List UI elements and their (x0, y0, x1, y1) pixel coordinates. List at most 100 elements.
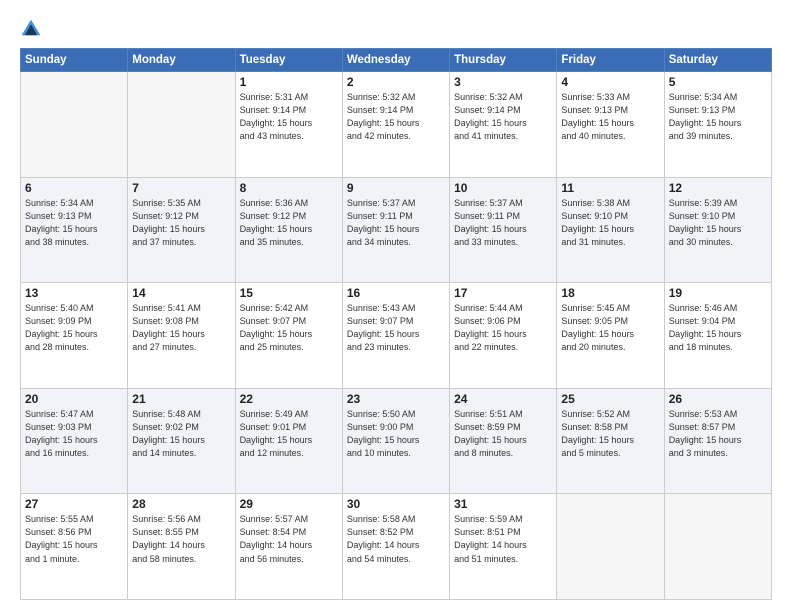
day-number: 2 (347, 75, 445, 89)
calendar-day-26: 26 Sunrise: 5:53 AMSunset: 8:57 PMDayligh… (664, 388, 771, 494)
day-info: Sunrise: 5:59 AMSunset: 8:51 PMDaylight:… (454, 513, 552, 565)
day-info: Sunrise: 5:48 AMSunset: 9:02 PMDaylight:… (132, 408, 230, 460)
calendar-day-6: 6 Sunrise: 5:34 AMSunset: 9:13 PMDaylight… (21, 177, 128, 283)
calendar-day-15: 15 Sunrise: 5:42 AMSunset: 9:07 PMDayligh… (235, 283, 342, 389)
calendar-day-10: 10Sunrise: 5:37 AMSunset: 9:11 PMDayligh… (450, 177, 557, 283)
day-info: Sunrise: 5:41 AMSunset: 9:08 PMDaylight:… (132, 302, 230, 354)
day-info: Sunrise: 5:32 AMSunset: 9:14 PMDaylight:… (454, 91, 552, 143)
day-info: Sunrise: 5:46 AMSunset: 9:04 PMDaylight:… (669, 302, 767, 354)
day-number: 24 (454, 392, 552, 406)
day-number: 12 (669, 181, 767, 195)
day-info: Sunrise: 5:55 AMSunset: 8:56 PMDaylight:… (25, 513, 123, 565)
day-number: 8 (240, 181, 338, 195)
calendar-day-empty (128, 72, 235, 178)
day-info: Sunrise: 5:37 AMSunset: 9:11 PMDaylight:… (347, 197, 445, 249)
day-number: 11 (561, 181, 659, 195)
calendar-week-row: 1 Sunrise: 5:31 AMSunset: 9:14 PMDaylight… (21, 72, 772, 178)
calendar-day-16: 16 Sunrise: 5:43 AMSunset: 9:07 PMDayligh… (342, 283, 449, 389)
day-info: Sunrise: 5:43 AMSunset: 9:07 PMDaylight:… (347, 302, 445, 354)
calendar-day-8: 8 Sunrise: 5:36 AMSunset: 9:12 PMDaylight… (235, 177, 342, 283)
calendar-day-4: 4Sunrise: 5:33 AMSunset: 9:13 PMDaylight… (557, 72, 664, 178)
day-info: Sunrise: 5:38 AMSunset: 9:10 PMDaylight:… (561, 197, 659, 249)
weekday-header-friday: Friday (557, 49, 664, 72)
page: SundayMondayTuesdayWednesdayThursdayFrid… (0, 0, 792, 612)
calendar-header-row: SundayMondayTuesdayWednesdayThursdayFrid… (21, 49, 772, 72)
day-info: Sunrise: 5:57 AMSunset: 8:54 PMDaylight:… (240, 513, 338, 565)
day-number: 4 (561, 75, 659, 89)
calendar-day-5: 5 Sunrise: 5:34 AMSunset: 9:13 PMDaylight… (664, 72, 771, 178)
calendar-day-17: 17Sunrise: 5:44 AMSunset: 9:06 PMDayligh… (450, 283, 557, 389)
calendar-day-empty (557, 494, 664, 600)
calendar-day-14: 14 Sunrise: 5:41 AMSunset: 9:08 PMDayligh… (128, 283, 235, 389)
day-info: Sunrise: 5:42 AMSunset: 9:07 PMDaylight:… (240, 302, 338, 354)
day-info: Sunrise: 5:52 AMSunset: 8:58 PMDaylight:… (561, 408, 659, 460)
calendar-day-30: 30Sunrise: 5:58 AMSunset: 8:52 PMDayligh… (342, 494, 449, 600)
day-info: Sunrise: 5:47 AMSunset: 9:03 PMDaylight:… (25, 408, 123, 460)
calendar-day-24: 24 Sunrise: 5:51 AMSunset: 8:59 PMDayligh… (450, 388, 557, 494)
day-info: Sunrise: 5:45 AMSunset: 9:05 PMDaylight:… (561, 302, 659, 354)
day-info: Sunrise: 5:50 AMSunset: 9:00 PMDaylight:… (347, 408, 445, 460)
calendar-day-11: 11 Sunrise: 5:38 AMSunset: 9:10 PMDayligh… (557, 177, 664, 283)
day-info: Sunrise: 5:34 AMSunset: 9:13 PMDaylight:… (25, 197, 123, 249)
day-number: 28 (132, 497, 230, 511)
calendar-week-row: 27 Sunrise: 5:55 AMSunset: 8:56 PMDayligh… (21, 494, 772, 600)
weekday-header-sunday: Sunday (21, 49, 128, 72)
calendar-day-empty (664, 494, 771, 600)
day-info: Sunrise: 5:36 AMSunset: 9:12 PMDaylight:… (240, 197, 338, 249)
weekday-header-tuesday: Tuesday (235, 49, 342, 72)
day-info: Sunrise: 5:44 AMSunset: 9:06 PMDaylight:… (454, 302, 552, 354)
day-number: 30 (347, 497, 445, 511)
day-number: 7 (132, 181, 230, 195)
day-number: 1 (240, 75, 338, 89)
day-number: 16 (347, 286, 445, 300)
day-number: 20 (25, 392, 123, 406)
calendar-day-2: 2 Sunrise: 5:32 AMSunset: 9:14 PMDaylight… (342, 72, 449, 178)
calendar-day-18: 18 Sunrise: 5:45 AMSunset: 9:05 PMDayligh… (557, 283, 664, 389)
day-number: 15 (240, 286, 338, 300)
day-number: 29 (240, 497, 338, 511)
calendar-day-13: 13Sunrise: 5:40 AMSunset: 9:09 PMDayligh… (21, 283, 128, 389)
day-number: 6 (25, 181, 123, 195)
day-number: 5 (669, 75, 767, 89)
day-number: 31 (454, 497, 552, 511)
logo (20, 18, 46, 40)
day-number: 19 (669, 286, 767, 300)
day-number: 26 (669, 392, 767, 406)
calendar-week-row: 13Sunrise: 5:40 AMSunset: 9:09 PMDayligh… (21, 283, 772, 389)
calendar-day-7: 7 Sunrise: 5:35 AMSunset: 9:12 PMDaylight… (128, 177, 235, 283)
day-info: Sunrise: 5:51 AMSunset: 8:59 PMDaylight:… (454, 408, 552, 460)
calendar-day-1: 1 Sunrise: 5:31 AMSunset: 9:14 PMDaylight… (235, 72, 342, 178)
calendar-day-23: 23 Sunrise: 5:50 AMSunset: 9:00 PMDayligh… (342, 388, 449, 494)
calendar-day-3: 3 Sunrise: 5:32 AMSunset: 9:14 PMDaylight… (450, 72, 557, 178)
calendar-day-29: 29 Sunrise: 5:57 AMSunset: 8:54 PMDayligh… (235, 494, 342, 600)
day-number: 18 (561, 286, 659, 300)
calendar-table: SundayMondayTuesdayWednesdayThursdayFrid… (20, 48, 772, 600)
header (20, 18, 772, 40)
calendar-day-empty (21, 72, 128, 178)
day-info: Sunrise: 5:35 AMSunset: 9:12 PMDaylight:… (132, 197, 230, 249)
day-info: Sunrise: 5:39 AMSunset: 9:10 PMDaylight:… (669, 197, 767, 249)
day-number: 3 (454, 75, 552, 89)
day-number: 13 (25, 286, 123, 300)
weekday-header-saturday: Saturday (664, 49, 771, 72)
day-number: 27 (25, 497, 123, 511)
day-info: Sunrise: 5:31 AMSunset: 9:14 PMDaylight:… (240, 91, 338, 143)
calendar-week-row: 20 Sunrise: 5:47 AMSunset: 9:03 PMDayligh… (21, 388, 772, 494)
day-number: 25 (561, 392, 659, 406)
logo-icon (20, 18, 42, 40)
day-info: Sunrise: 5:34 AMSunset: 9:13 PMDaylight:… (669, 91, 767, 143)
day-number: 14 (132, 286, 230, 300)
day-info: Sunrise: 5:53 AMSunset: 8:57 PMDaylight:… (669, 408, 767, 460)
day-number: 23 (347, 392, 445, 406)
day-info: Sunrise: 5:56 AMSunset: 8:55 PMDaylight:… (132, 513, 230, 565)
day-number: 22 (240, 392, 338, 406)
calendar-day-22: 22Sunrise: 5:49 AMSunset: 9:01 PMDayligh… (235, 388, 342, 494)
calendar-week-row: 6 Sunrise: 5:34 AMSunset: 9:13 PMDaylight… (21, 177, 772, 283)
weekday-header-thursday: Thursday (450, 49, 557, 72)
weekday-header-wednesday: Wednesday (342, 49, 449, 72)
calendar-day-28: 28 Sunrise: 5:56 AMSunset: 8:55 PMDayligh… (128, 494, 235, 600)
calendar-day-20: 20 Sunrise: 5:47 AMSunset: 9:03 PMDayligh… (21, 388, 128, 494)
day-info: Sunrise: 5:37 AMSunset: 9:11 PMDaylight:… (454, 197, 552, 249)
day-number: 9 (347, 181, 445, 195)
day-info: Sunrise: 5:32 AMSunset: 9:14 PMDaylight:… (347, 91, 445, 143)
